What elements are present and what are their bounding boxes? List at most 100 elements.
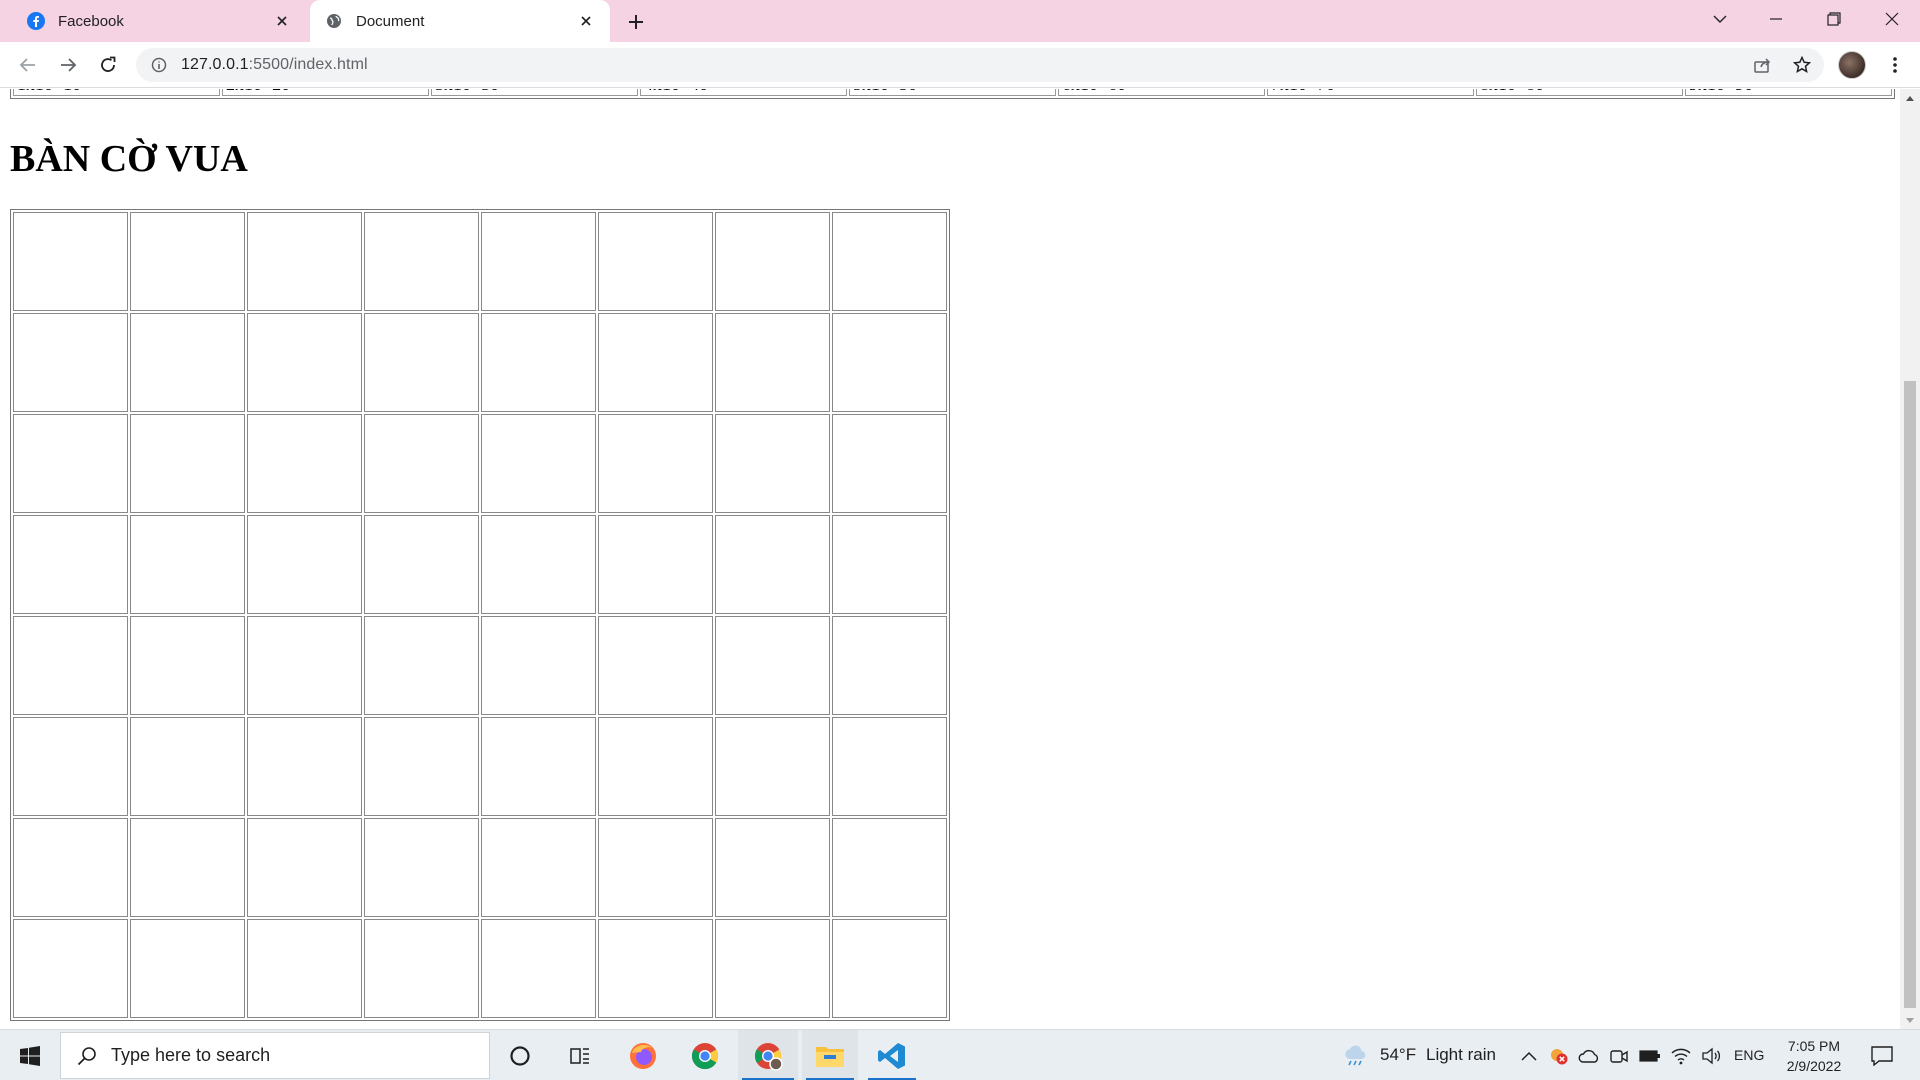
board-cell [364, 515, 479, 614]
security-alert-icon[interactable] [1546, 1030, 1572, 1080]
meet-now-icon[interactable] [1606, 1030, 1632, 1080]
board-cell [13, 919, 128, 1018]
board-row [13, 818, 947, 917]
minimize-icon [1770, 18, 1782, 20]
page-content: 1x10=102x10=203x10=304x10=405x10=506x10=… [0, 89, 1900, 1029]
vscode-icon [878, 1042, 905, 1069]
onedrive-icon[interactable] [1576, 1030, 1602, 1080]
board-cell [13, 818, 128, 917]
multiplication-table: 1x10=102x10=203x10=304x10=405x10=506x10=… [10, 89, 1895, 99]
board-cell [130, 717, 245, 816]
board-cell [715, 313, 830, 412]
notifications-button[interactable] [1862, 1030, 1902, 1080]
board-cell [130, 212, 245, 311]
table-cell: 8x10=80 [1476, 89, 1683, 96]
board-cell [247, 717, 362, 816]
avatar[interactable] [1838, 51, 1866, 79]
taskbar-vscode[interactable] [864, 1030, 920, 1080]
tab-search-button[interactable] [1692, 0, 1748, 38]
chrome-icon [691, 1042, 719, 1069]
board-cell [598, 818, 713, 917]
board-cell [247, 919, 362, 1018]
scroll-down-button[interactable] [1900, 1012, 1920, 1029]
volume-icon[interactable] [1698, 1030, 1724, 1080]
url-text: 127.0.0.1:5500/index.html [181, 56, 368, 74]
reload-icon [101, 56, 116, 72]
taskbar-chrome-profile[interactable] [738, 1030, 798, 1080]
taskbar-chrome[interactable] [682, 1030, 728, 1080]
share-icon[interactable] [1752, 55, 1772, 75]
table-cell: 6x10=60 [1058, 89, 1265, 96]
board-row [13, 616, 947, 715]
board-cell [13, 717, 128, 816]
close-icon[interactable] [272, 11, 292, 31]
browser-toolbar: 127.0.0.1:5500/index.html [0, 42, 1920, 88]
minimize-button[interactable] [1748, 0, 1804, 38]
board-cell [13, 212, 128, 311]
board-cell [832, 818, 947, 917]
taskbar-search-input[interactable]: Type here to search [60, 1032, 490, 1079]
close-icon[interactable] [576, 11, 596, 31]
windows-taskbar: Type here to search 54°F Light rain ENG … [0, 1029, 1920, 1080]
new-tab-button[interactable] [622, 8, 650, 36]
tab-title: Document [356, 12, 425, 30]
board-cell [598, 515, 713, 614]
board-cell [715, 616, 830, 715]
scroll-thumb[interactable] [1904, 381, 1916, 1008]
battery-icon[interactable] [1636, 1030, 1664, 1080]
weather-icon[interactable] [1340, 1030, 1370, 1080]
board-cell [598, 313, 713, 412]
board-cell [481, 515, 596, 614]
restore-button[interactable] [1806, 0, 1862, 38]
board-cell [598, 414, 713, 513]
board-cell [247, 313, 362, 412]
facebook-icon [26, 11, 46, 31]
board-cell [832, 717, 947, 816]
tab-facebook[interactable]: Facebook [0, 0, 306, 42]
globe-icon [324, 11, 344, 31]
notification-icon [1871, 1045, 1893, 1066]
board-cell [832, 313, 947, 412]
page-title: BÀN CỜ VUA [10, 138, 248, 180]
taskbar-firefox[interactable] [620, 1030, 666, 1080]
address-bar[interactable]: 127.0.0.1:5500/index.html [136, 48, 1824, 82]
clock[interactable]: 7:05 PM 2/9/2022 [1764, 1036, 1864, 1076]
board-cell [832, 919, 947, 1018]
clock-date: 2/9/2022 [1786, 1058, 1842, 1074]
page-scrollbar[interactable] [1900, 89, 1920, 1029]
triangle-up-icon [1906, 95, 1914, 101]
wifi-icon[interactable] [1668, 1030, 1694, 1080]
table-cell: 4x10=40 [640, 89, 847, 96]
chevron-up-icon[interactable] [1516, 1030, 1542, 1080]
forward-button[interactable] [52, 49, 84, 81]
board-cell [364, 616, 479, 715]
restore-icon [1827, 12, 1841, 26]
start-button[interactable] [0, 1030, 60, 1080]
task-view-button[interactable] [556, 1030, 604, 1080]
table-cell: 9x10=90 [1685, 89, 1892, 96]
close-window-button[interactable] [1864, 0, 1920, 38]
board-cell [364, 212, 479, 311]
board-cell [247, 212, 362, 311]
firefox-icon [630, 1042, 656, 1069]
language-indicator[interactable]: ENG [1734, 1047, 1764, 1063]
scroll-up-button[interactable] [1900, 89, 1920, 106]
star-icon[interactable] [1792, 55, 1812, 75]
cortana-button[interactable] [496, 1030, 544, 1080]
board-row [13, 414, 947, 513]
back-button[interactable] [12, 49, 44, 81]
board-cell [364, 414, 479, 513]
board-cell [481, 212, 596, 311]
board-row [13, 212, 947, 311]
board-cell [13, 515, 128, 614]
cortana-icon [510, 1045, 530, 1066]
board-cell [247, 818, 362, 917]
info-icon[interactable] [149, 55, 169, 75]
browser-menu-button[interactable] [1880, 49, 1910, 81]
board-row [13, 515, 947, 614]
browser-titlebar: Facebook Document [0, 0, 1920, 42]
windows-logo-icon [20, 1045, 40, 1066]
tab-document[interactable]: Document [310, 0, 610, 42]
reload-button[interactable] [92, 49, 124, 81]
taskbar-file-explorer[interactable] [802, 1030, 858, 1080]
